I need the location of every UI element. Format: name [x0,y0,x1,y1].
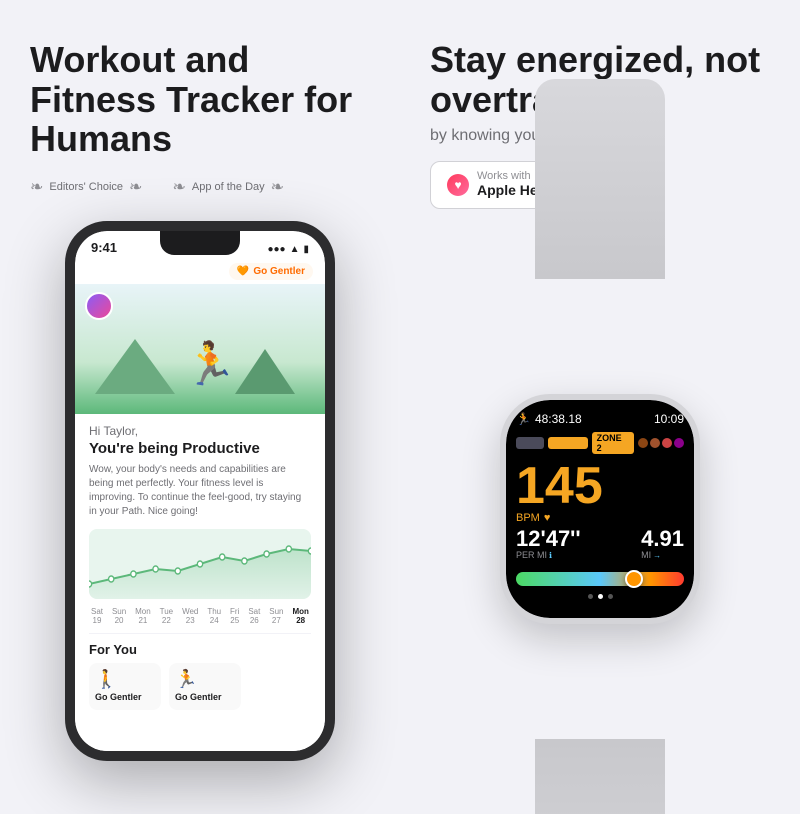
watch-top-row: 🏃 48:38.18 10:09 [516,412,684,426]
wifi-icon: ▲ [290,244,300,255]
phone-content: Hi Taylor, You're being Productive Wow, … [75,414,325,751]
card-icon-2: 🏃 [175,669,235,690]
bpm-heart-icon: ♥ [544,512,551,524]
editors-choice-label: Editors' Choice [49,181,123,193]
chart-dates: Sat19 Sun20 Mon21 Tue22 Wed23 Thu24 Fri2… [89,607,311,625]
left-headline: Workout and Fitness Tracker for Humans [30,40,370,159]
watch-dot-1 [588,594,593,599]
phone-container: 9:41 ●●● ▲ ▮ 🧡 Go Gentler [40,221,360,794]
app-of-day-label: App of the Day [192,181,265,193]
zone-dot-4 [674,438,684,448]
zone-seg-active [548,437,588,449]
watch-dot-2 [598,594,603,599]
phone-mockup: 9:41 ●●● ▲ ▮ 🧡 Go Gentler [65,221,335,761]
card-title-2: Go Gentler [175,692,235,702]
activity-chart [89,529,311,599]
phone-screen: 9:41 ●●● ▲ ▮ 🧡 Go Gentler [75,231,325,751]
zone-dot-3 [662,438,672,448]
chart-date-fri25: Fri25 [230,607,239,625]
badges-row: ❧ Editors' Choice ❧ ❧ App of the Day ❧ [30,177,284,197]
watch-container: 🏃 48:38.18 10:09 ZONE 2 [430,229,770,794]
for-you-section: For You 🚶 Go Gentler 🏃 Go Gentler [89,633,311,710]
watch-slider-area [516,572,684,594]
run-duration: 48:38.18 [535,412,582,426]
chart-date-mon21: Mon21 [135,607,151,625]
app-of-day-badge: ❧ App of the Day ❧ [172,177,284,197]
chart-date-tue22: Tue22 [160,607,174,625]
phone-notch [160,231,240,255]
pace-label-text: PER MI [516,550,547,560]
watch-stat-distance: 4.91 MI → [641,528,684,560]
pace-value: 12'47'' [516,528,581,550]
mountain-right [235,349,295,394]
laurel-right-1: ❧ [129,177,142,197]
pace-info-icon: ℹ [549,551,552,560]
watch-band-bottom [535,739,665,814]
mountain-left [95,339,175,394]
laurel-left-2: ❧ [172,177,185,197]
productive-title: You're being Productive [89,440,311,457]
zone-dot-1 [638,438,648,448]
distance-label: MI → [641,550,684,560]
chart-date-wed23: Wed23 [182,607,198,625]
chart-date-sat26: Sat26 [248,607,260,625]
watch-body: 🏃 48:38.18 10:09 ZONE 2 [500,394,700,624]
watch-run-info: 🏃 48:38.18 [516,412,582,426]
phone-app-header: 🧡 Go Gentler [75,259,325,284]
phone-time: 9:41 [91,240,117,255]
chart-date-sat19: Sat19 [91,607,103,625]
watch-slider-handle [625,570,643,588]
zone-dot-2 [650,438,660,448]
laurel-left-1: ❧ [30,177,43,197]
left-panel: Workout and Fitness Tracker for Humans ❧… [0,0,400,814]
chart-area [89,529,311,599]
distance-label-text: MI [641,550,651,560]
watch-clock: 10:09 [654,412,684,426]
app-heart-icon: 🧡 [237,266,249,277]
watch-page-dots [516,594,684,599]
avatar [85,292,113,320]
right-panel: Stay energized, not overtrained by knowi… [400,0,800,814]
bpm-unit: BPM [516,512,540,524]
phone-illustration: 🏃 [75,284,325,414]
watch-band-top [535,79,665,279]
distance-value: 4.91 [641,528,684,550]
watch-slider-track [516,572,684,586]
watch-screen: 🏃 48:38.18 10:09 ZONE 2 [506,400,694,618]
watch-stats-row: 12'47'' PER MI ℹ 4.91 MI → [516,528,684,560]
laurel-right-2: ❧ [271,177,284,197]
chart-date-thu24: Thu24 [207,607,221,625]
zone-dots-right [638,438,684,448]
watch-stat-pace: 12'47'' PER MI ℹ [516,528,581,560]
pace-label: PER MI ℹ [516,550,581,560]
chart-date-mon28: Mon28 [292,607,308,625]
bpm-section: 145 BPM ♥ [516,460,684,524]
productive-desc: Wow, your body's needs and capabilities … [89,463,311,519]
watch-dot-3 [608,594,613,599]
card-icon-1: 🚶 [95,669,155,690]
app-logo-tag: 🧡 Go Gentler [229,263,313,280]
for-you-card-1: 🚶 Go Gentler [89,663,161,710]
runner-figure: 🏃 [184,340,236,389]
chart-date-sun20: Sun20 [112,607,126,625]
zone-label: ZONE 2 [592,432,634,454]
chart-date-sun27: Sun27 [269,607,283,625]
signal-icon: ●●● [267,244,285,255]
for-you-card-2: 🏃 Go Gentler [169,663,241,710]
for-you-title: For You [89,642,311,657]
editors-choice-badge: ❧ Editors' Choice ❧ [30,177,142,197]
status-icons: ●●● ▲ ▮ [267,244,309,255]
run-icon: 🏃 [516,412,531,426]
bpm-value: 145 [516,460,684,512]
zone-seg-1 [516,437,544,449]
zone-bar: ZONE 2 [516,432,684,454]
for-you-cards: 🚶 Go Gentler 🏃 Go Gentler [89,663,311,710]
card-title-1: Go Gentler [95,692,155,702]
distance-arrow-icon: → [653,551,661,560]
hi-text: Hi Taylor, [89,424,311,438]
watch-mockup: 🏃 48:38.18 10:09 ZONE 2 [460,229,740,789]
app-name-label: Go Gentler [253,266,305,277]
battery-icon: ▮ [303,244,309,255]
apple-health-heart-icon: ♥ [447,174,469,196]
